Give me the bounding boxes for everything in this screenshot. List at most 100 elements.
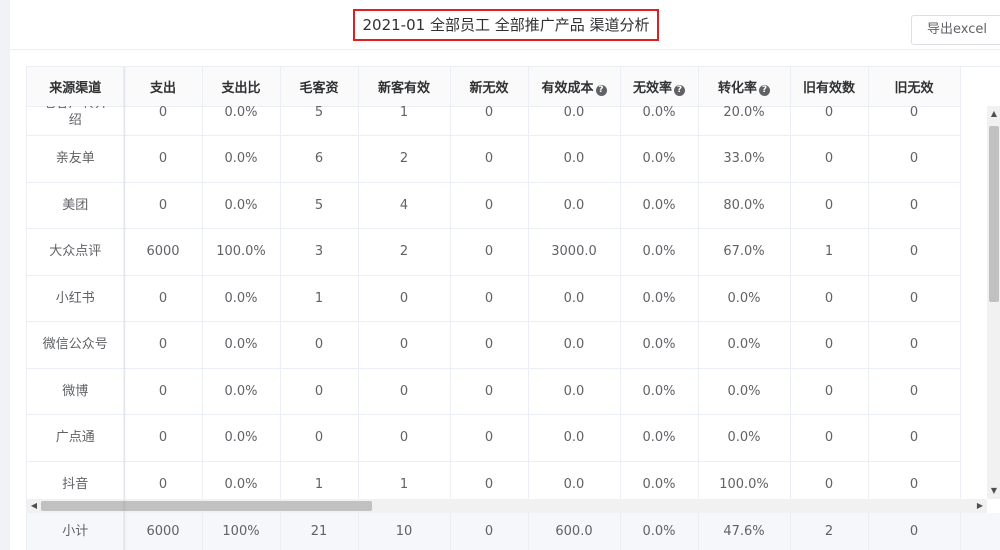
table-cell: 0: [450, 368, 529, 415]
channel-name-cell: 小红书: [27, 275, 125, 322]
table-cell: 0: [450, 414, 529, 462]
column-header-label: 新无效: [469, 80, 509, 96]
table-cell: 0.0%: [202, 368, 281, 415]
export-excel-button[interactable]: 导出excel: [911, 15, 1000, 45]
table-cell: 0.0%: [698, 321, 791, 369]
table-cell: 0: [868, 368, 961, 415]
table-cell: 1: [358, 461, 451, 499]
table-cell: 0: [790, 461, 869, 499]
scroll-down-icon[interactable]: ▼: [987, 486, 1000, 495]
table-body-viewport[interactable]: 老客户转介绍00.0%5100.00.0%20.0%00亲友单00.0%6200…: [27, 106, 987, 499]
table-cell: 0.0: [528, 135, 621, 183]
summary-cell: 2: [790, 513, 869, 550]
table-row[interactable]: 广点通 0 0.0% 0 0 0 0.0 0.0% 0.0% 0 0: [27, 414, 961, 462]
channel-name-cell: 微信公众号: [27, 321, 125, 369]
table-cell: 0: [280, 368, 359, 415]
table-cell: 0.0: [528, 321, 621, 369]
table-cell: 0.0%: [620, 135, 699, 183]
table-cell: 0.0%: [620, 368, 699, 415]
table-cell: 0: [790, 321, 869, 369]
column-header-label: 支出比: [221, 80, 261, 96]
table-cell: 0.0: [528, 275, 621, 322]
page-title: 2021-01 全部员工 全部推广产品 渠道分析: [353, 9, 659, 41]
table-cell: 1: [280, 275, 359, 322]
table-cell: 100.0%: [698, 461, 791, 499]
vertical-scroll-thumb[interactable]: [989, 126, 999, 302]
table-header: 来源渠道 支出 支出比 毛客资 新客有效 新无效 有效成本? 无效率? 转化率? 旧有效数 旧无效: [27, 67, 961, 107]
table-cell: 0.0%: [698, 414, 791, 462]
summary-cell: 0: [868, 513, 961, 550]
table-cell: 0.0%: [620, 461, 699, 499]
help-icon[interactable]: ?: [759, 84, 770, 96]
channel-name-cell: 抖音: [27, 461, 125, 499]
horizontal-scrollbar[interactable]: ◀ ▶: [27, 499, 987, 513]
help-icon[interactable]: ?: [674, 84, 685, 96]
table-cell: 0.0%: [202, 275, 281, 322]
table-cell: 0.0%: [620, 321, 699, 369]
table-cell: 0: [280, 414, 359, 462]
channel-name-cell: 大众点评: [27, 228, 125, 276]
table-cell: 0: [790, 135, 869, 183]
table-cell: 0: [124, 135, 203, 183]
column-header: 旧有效数: [790, 67, 869, 107]
channel-name-cell: 亲友单: [27, 135, 125, 183]
table-row[interactable]: 老客户转介绍00.0%5100.00.0%20.0%00: [27, 106, 961, 136]
table-cell: 0: [868, 135, 961, 183]
fixed-column-shadow: [123, 67, 127, 550]
column-header: 来源渠道: [27, 67, 125, 107]
table-cell: 0: [280, 321, 359, 369]
table-row[interactable]: 抖音 0 0.0% 1 1 0 0.0 0.0% 100.0% 0 0: [27, 461, 961, 499]
scroll-right-icon[interactable]: ▶: [973, 501, 987, 510]
table-cell: 0.0%: [698, 275, 791, 322]
table-cell: 80.0%: [698, 182, 791, 229]
table-row[interactable]: 美团 0 0.0% 5 4 0 0.0 0.0% 80.0% 0 0: [27, 182, 961, 229]
table-row[interactable]: 微信公众号 0 0.0% 0 0 0 0.0 0.0% 0.0% 0 0: [27, 321, 961, 369]
table-cell: 3000.0: [528, 228, 621, 276]
table-cell: 0: [868, 182, 961, 229]
channel-analysis-panel: 2021-01 全部员工 全部推广产品 渠道分析 导出excel 来源渠道 支出 支…: [10, 0, 1000, 550]
vertical-scrollbar[interactable]: ▲ ▼: [987, 106, 1000, 499]
channel-name-cell: 老客户转介绍: [27, 106, 125, 136]
summary-cell: 47.6%: [698, 513, 791, 550]
table-cell: 0: [358, 275, 451, 322]
column-header: 有效成本?: [528, 67, 621, 107]
scroll-up-icon[interactable]: ▲: [987, 109, 1000, 118]
table-cell: 3: [280, 228, 359, 276]
table-cell: 0.0: [528, 414, 621, 462]
table-cell: 2: [358, 135, 451, 183]
column-header-label: 新客有效: [377, 80, 430, 96]
table-cell: 0.0%: [620, 414, 699, 462]
table-cell: 0.0%: [202, 321, 281, 369]
table-cell: 0: [790, 106, 869, 136]
table-cell: 0.0%: [620, 106, 699, 136]
column-header: 支出比: [202, 67, 281, 107]
table-cell: 0: [868, 321, 961, 369]
column-header-label: 转化率: [717, 80, 757, 96]
scroll-left-icon[interactable]: ◀: [27, 501, 41, 510]
table-cell: 67.0%: [698, 228, 791, 276]
table-row[interactable]: 大众点评 6000 100.0% 3 2 0 3000.0 0.0% 67.0% 1 0: [27, 228, 961, 276]
channel-table: 来源渠道 支出 支出比 毛客资 新客有效 新无效 有效成本? 无效率? 转化率? 旧有效数 旧无效 …: [26, 66, 1000, 550]
column-header: 无效率?: [620, 67, 699, 107]
table-cell: 0: [124, 368, 203, 415]
summary-cell: 600.0: [528, 513, 621, 550]
channel-name-cell: 微博: [27, 368, 125, 415]
column-header-label: 来源渠道: [49, 80, 102, 96]
table-cell: 0: [790, 275, 869, 322]
table-row[interactable]: 小红书 0 0.0% 1 0 0 0.0 0.0% 0.0% 0 0: [27, 275, 961, 322]
table-cell: 0: [790, 414, 869, 462]
table-row[interactable]: 亲友单 0 0.0% 6 2 0 0.0 0.0% 33.0% 0 0: [27, 135, 961, 183]
summary-row: 小计 6000 100% 21 10 0 600.0 0.0% 47.6% 2 0: [27, 513, 1000, 550]
column-header: 毛客资: [280, 67, 359, 107]
table-cell: 0.0%: [620, 228, 699, 276]
horizontal-scroll-thumb[interactable]: [41, 501, 372, 511]
table-cell: 20.0%: [698, 106, 791, 136]
help-icon[interactable]: ?: [595, 84, 607, 96]
table-row[interactable]: 微博 0 0.0% 0 0 0 0.0 0.0% 0.0% 0 0: [27, 368, 961, 415]
table-cell: 2: [358, 228, 451, 276]
table-cell: 0: [450, 182, 529, 229]
table-cell: 0: [868, 228, 961, 276]
table-cell: 0: [868, 106, 961, 136]
table-cell: 0.0%: [202, 461, 281, 499]
table-cell: 0: [450, 275, 529, 322]
